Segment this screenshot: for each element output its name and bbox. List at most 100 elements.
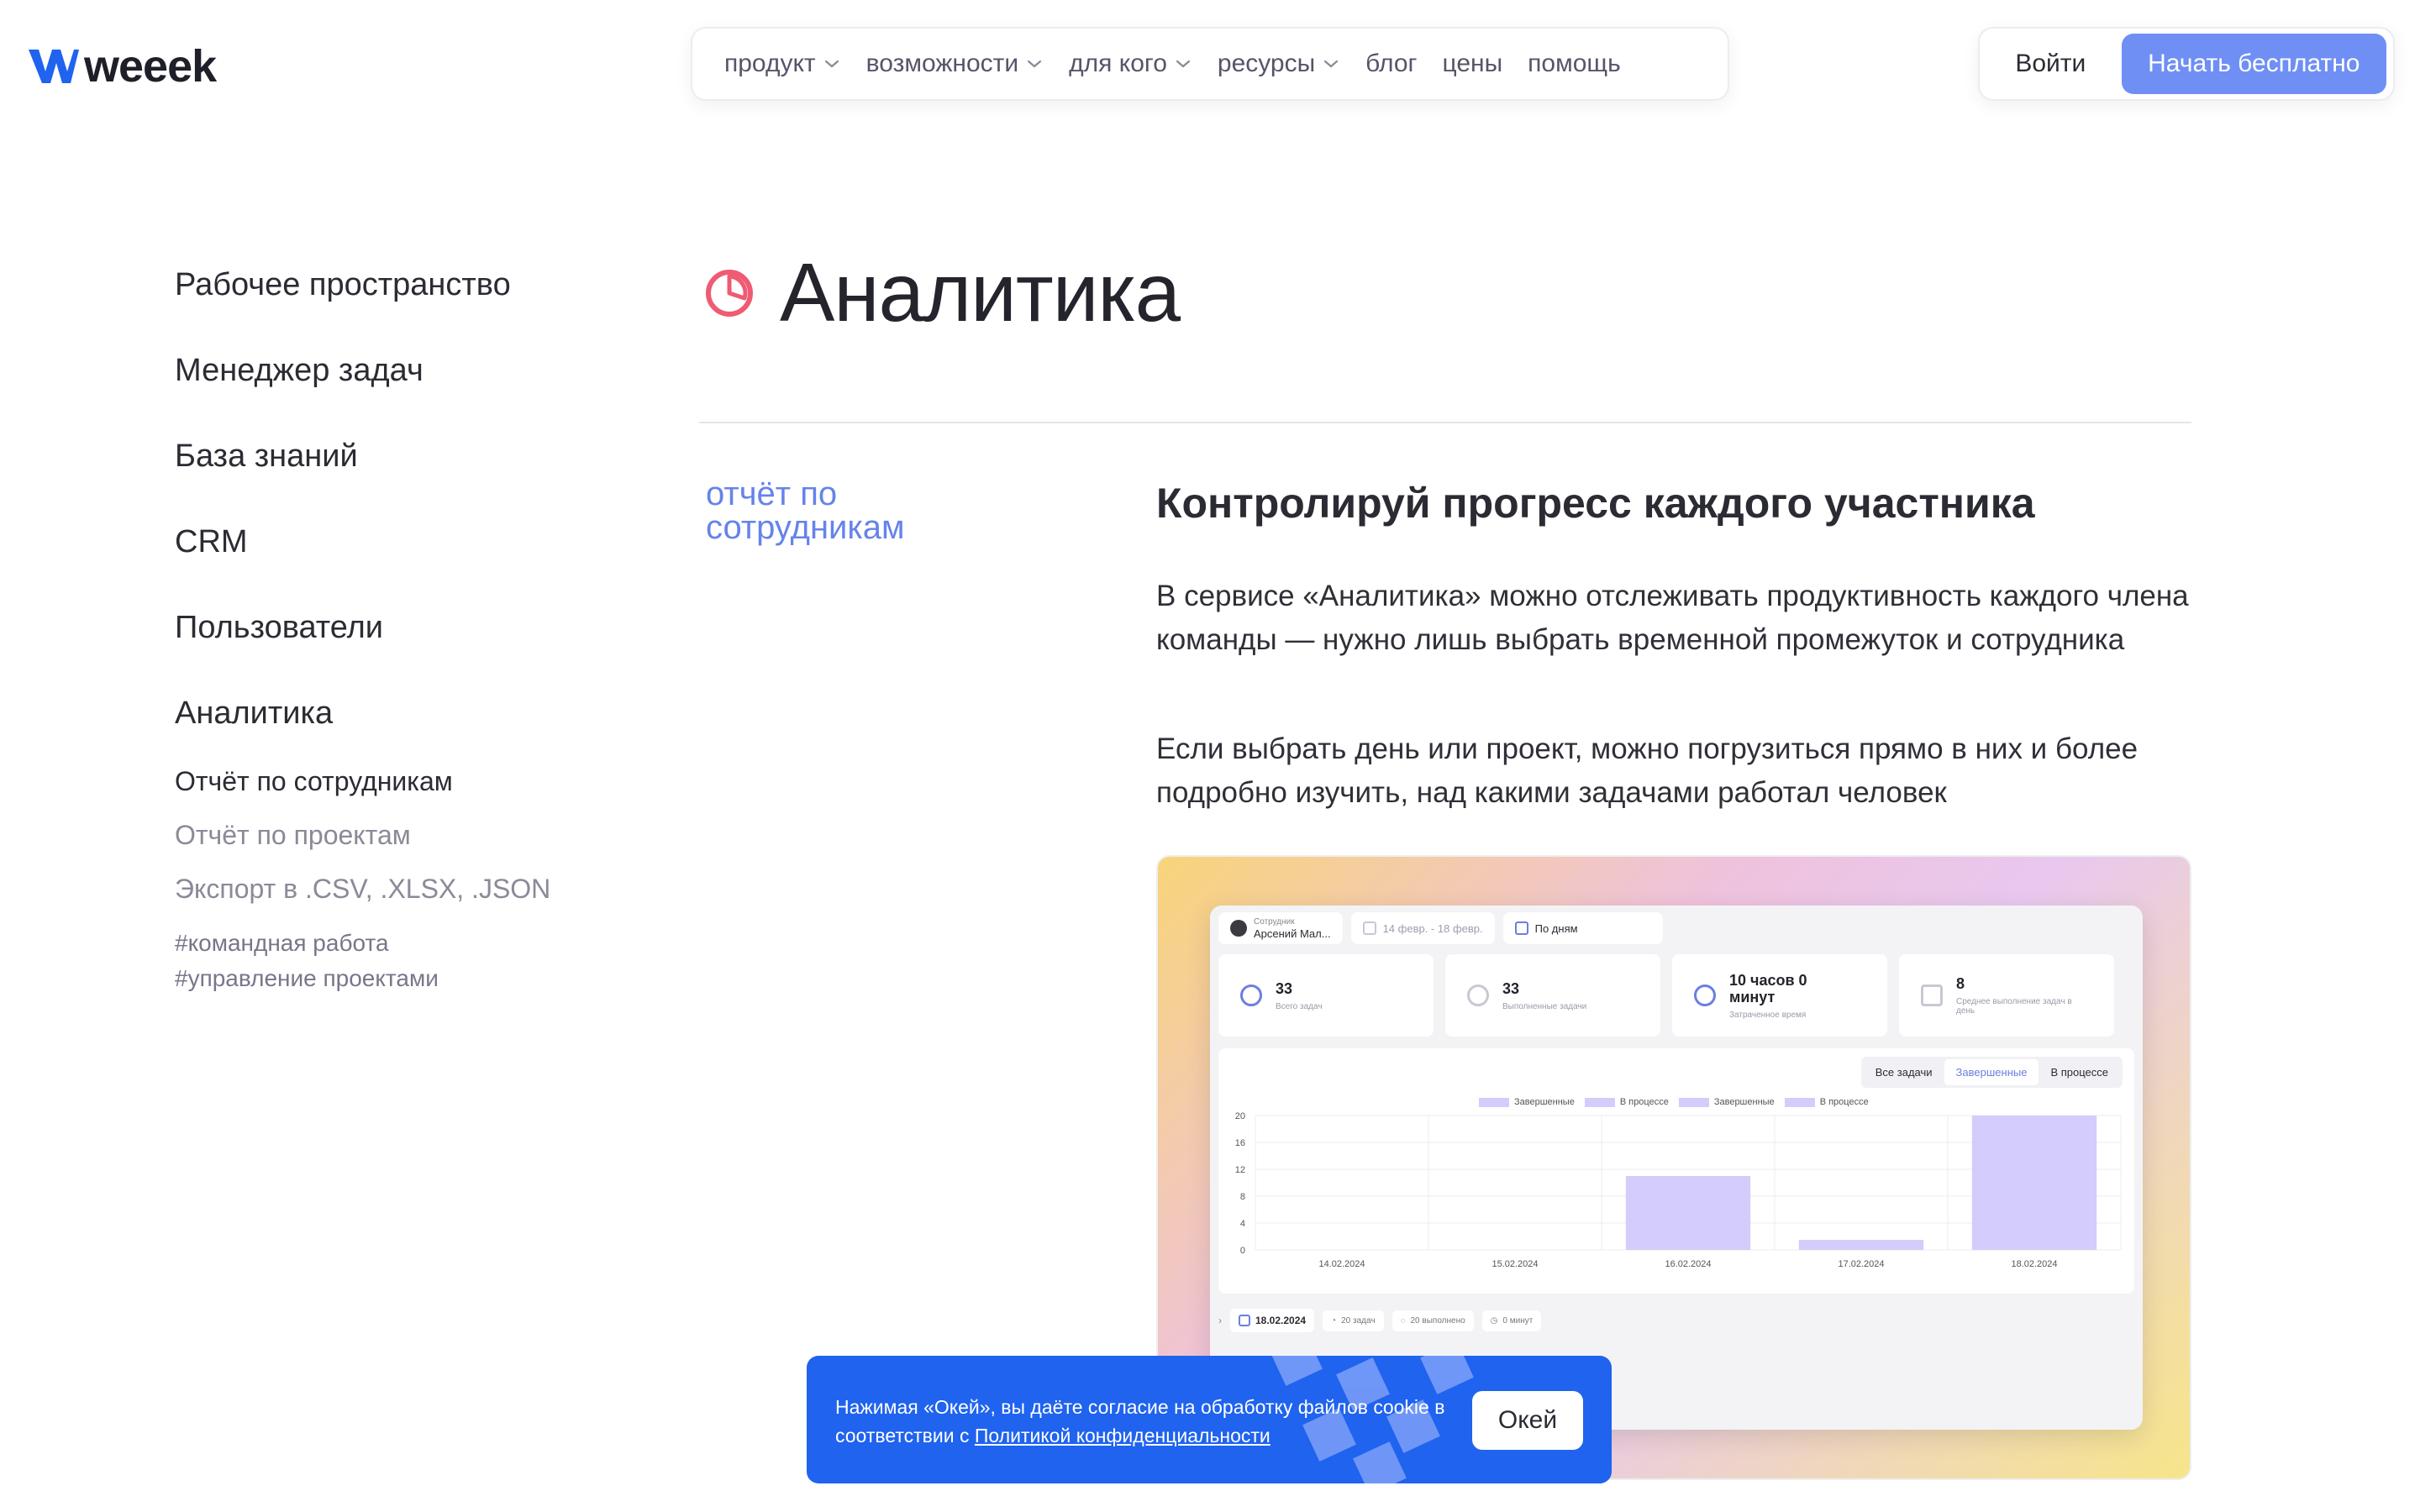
cookie-text: Нажимая «Окей», вы даёте согласие на обр… — [835, 1396, 1445, 1446]
pie-chart-icon — [706, 269, 753, 317]
bar — [1971, 1116, 2097, 1250]
sidebar-item-knowledge-base[interactable]: База знаний — [175, 433, 612, 519]
sidebar-item-users[interactable]: Пользователи — [175, 605, 612, 690]
check-circle-icon: ◌ — [1400, 1315, 1406, 1326]
x-tick-label: 17.02.2024 — [1838, 1259, 1884, 1269]
tab-completed: Завершенные — [1944, 1059, 2039, 1085]
nav-item-label: блог — [1365, 50, 1418, 77]
chevron-down-icon — [823, 55, 841, 73]
tag-project-management[interactable]: #управление проектами — [175, 961, 612, 996]
avatar-icon — [1230, 920, 1247, 937]
stat-card-average: 8 Среднее выполнение задач в день — [1899, 954, 2114, 1037]
weeek-logo-icon — [29, 50, 79, 83]
nav-item-6[interactable]: помощь — [1519, 39, 1629, 89]
employee-caption: Сотрудник — [1254, 917, 1295, 927]
stat-value: 8 — [1956, 975, 1965, 992]
nav-item-label: помощь — [1528, 50, 1621, 77]
sidebar: Рабочее пространство Менеджер задач База… — [175, 262, 612, 996]
check-circle-icon — [1467, 984, 1489, 1006]
sidebar-subitem-project-report[interactable]: Отчёт по проектам — [175, 808, 612, 862]
chevron-down-icon — [1322, 55, 1340, 73]
nav-item-1[interactable]: возможности — [858, 39, 1053, 89]
sidebar-item-task-manager[interactable]: Менеджер задач — [175, 348, 612, 433]
y-tick-label: 0 — [1240, 1246, 1245, 1256]
privacy-policy-link[interactable]: Политикой конфиденциальности — [975, 1425, 1270, 1446]
main-nav: продукт возможности для кого ресурсы блог цен… — [691, 27, 1729, 101]
tab-all-tasks: Все задачи — [1875, 1066, 1933, 1079]
x-tick-label: 15.02.2024 — [1491, 1259, 1538, 1269]
stat-caption: Выполненные задачи — [1502, 1001, 1587, 1011]
stat-caption: Всего задач — [1276, 1001, 1323, 1011]
nav-item-label: ресурсы — [1217, 50, 1316, 77]
tag-teamwork[interactable]: #командная работа — [175, 926, 612, 961]
logo[interactable]: weeek — [27, 40, 217, 92]
day-date: 18.02.2024 — [1230, 1309, 1315, 1332]
employee-selector: Сотрудник Арсений Мал... — [1218, 912, 1343, 944]
stat-card-total: 33 Всего задач — [1218, 954, 1434, 1037]
day-done: ◌ 20 выполнено — [1392, 1310, 1474, 1331]
chevron-down-icon — [1174, 55, 1192, 73]
stat-value: 33 — [1276, 979, 1293, 997]
stopwatch-icon — [1694, 984, 1716, 1006]
tag-list: #командная работа #управление проектами — [175, 926, 612, 996]
day-time: ◷ 0 минут — [1481, 1310, 1542, 1331]
x-tick-label: 14.02.2024 — [1318, 1259, 1365, 1269]
nav-item-label: продукт — [724, 50, 816, 77]
sidebar-item-workspace[interactable]: Рабочее пространство — [175, 262, 612, 348]
legend-item: В процессе — [1584, 1097, 1669, 1107]
nav-item-2[interactable]: для кого — [1060, 39, 1201, 89]
employee-name: Арсений Мал... — [1254, 927, 1331, 940]
legend-item: В процессе — [1784, 1097, 1869, 1107]
date-range: 14 февр. - 18 февр. — [1382, 921, 1483, 935]
chevron-down-icon — [1025, 55, 1044, 73]
stat-value: 33 — [1502, 979, 1520, 997]
legend-item: Завершенные — [1479, 1097, 1575, 1107]
sidebar-subitem-export[interactable]: Экспорт в .CSV, .XLSX, .JSON — [175, 862, 612, 916]
login-button[interactable]: Войти — [1980, 50, 2122, 78]
chart-tabs: Все задачи Завершенные В процессе — [1860, 1057, 2123, 1088]
nav-item-5[interactable]: цены — [1434, 39, 1511, 89]
stats-row: 33 Всего задач 33 Выполненные задачи 10 ча… — [1218, 954, 2114, 1037]
nav-item-4[interactable]: блог — [1357, 39, 1425, 89]
date-range-selector: 14 февр. - 18 февр. — [1350, 912, 1495, 944]
description-paragraph-2: Если выбрать день или проект, можно погр… — [1156, 732, 2139, 809]
pie-chart-icon: ◔ — [1331, 1315, 1337, 1326]
auth-panel: Войти Начать бесплатно — [1978, 27, 2395, 101]
sidebar-item-crm[interactable]: CRM — [175, 519, 612, 605]
chart-panel: Все задачи Завершенные В процессе Заверш… — [1218, 1048, 2134, 1294]
sidebar-subitem-employee-report[interactable]: Отчёт по сотрудникам — [175, 754, 612, 808]
start-free-button[interactable]: Начать бесплатно — [2121, 34, 2386, 94]
legend-item: Завершенные — [1678, 1097, 1775, 1107]
nav-item-3[interactable]: ресурсы — [1209, 39, 1349, 89]
x-tick-label: 16.02.2024 — [1665, 1259, 1711, 1269]
calendar-icon — [1362, 921, 1376, 935]
cookie-ok-button[interactable]: Окей — [1472, 1391, 1583, 1450]
section-link-employee-report[interactable]: отчёт по сотрудникам — [706, 477, 1008, 544]
nav-item-label: цены — [1442, 50, 1503, 77]
cookie-banner: Нажимая «Окей», вы даёте согласие на обр… — [807, 1356, 1612, 1483]
preview-toolbar: Сотрудник Арсений Мал... 14 февр. - 18 ф… — [1218, 912, 1663, 944]
nav-item-label: для кого — [1069, 50, 1167, 77]
calendar-icon — [1239, 1315, 1250, 1326]
grid-icon — [1514, 921, 1528, 935]
day-tasks: ◔ 20 задач — [1323, 1310, 1384, 1331]
nav-item-0[interactable]: продукт — [716, 39, 850, 89]
bar — [1798, 1240, 1924, 1250]
bar-chart: 0 4 8 12 16 20 14.02.2024 15.02.2024 16.02.2024 1… — [1235, 1111, 2122, 1269]
tab-in-progress: В процессе — [2050, 1066, 2108, 1079]
analytics-app-preview: Сотрудник Арсений Мал... 14 февр. - 18 ф… — [1210, 906, 2143, 1430]
day-row: › 18.02.2024 ◔ 20 задач ◌ 20 выполнено ◷ 0 … — [1218, 1309, 1542, 1332]
pie-chart-icon — [1240, 984, 1262, 1006]
nav-item-label: возможности — [865, 50, 1019, 77]
logo-text: weeek — [84, 41, 217, 92]
group-by-selector: По дням — [1502, 912, 1663, 944]
y-tick-label: 4 — [1240, 1219, 1245, 1229]
section-heading: Контролируй прогресс каждого участника — [1156, 480, 2035, 527]
y-tick-label: 20 — [1235, 1111, 1245, 1121]
y-tick-label: 12 — [1235, 1165, 1245, 1175]
x-tick-label: 18.02.2024 — [2011, 1259, 2057, 1269]
stopwatch-icon: ◷ — [1490, 1315, 1498, 1326]
y-tick-label: 16 — [1235, 1138, 1245, 1148]
sidebar-item-analytics[interactable]: Аналитика — [175, 690, 612, 754]
stat-caption: Затраченное время — [1729, 1010, 1807, 1020]
